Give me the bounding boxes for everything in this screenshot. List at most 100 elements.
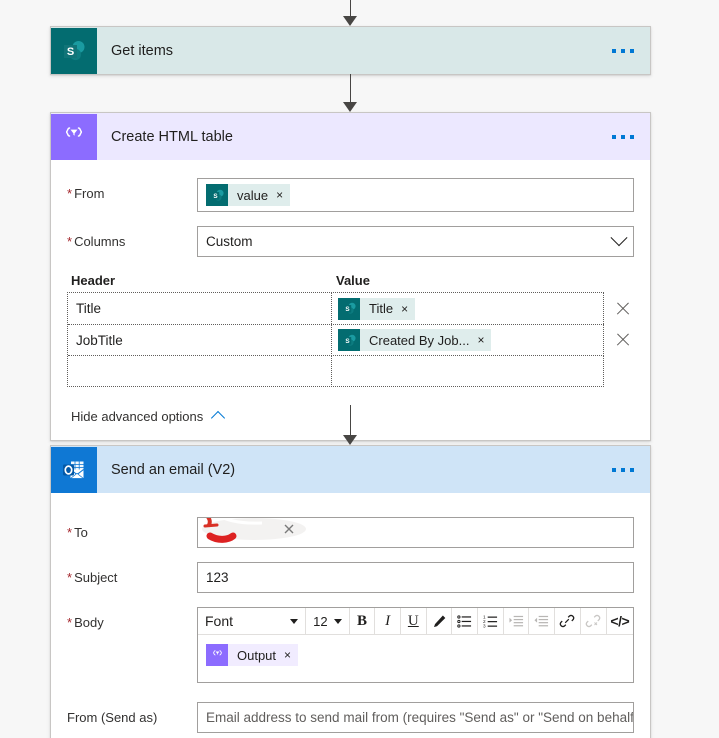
- sharepoint-icon: S: [338, 329, 360, 351]
- menu-dot: [612, 467, 616, 472]
- from-input[interactable]: S value ×: [197, 178, 634, 212]
- row-header-cell[interactable]: Title: [68, 293, 332, 324]
- required-asterisk: *: [67, 525, 73, 540]
- card-menu-send-an-email[interactable]: [612, 467, 634, 472]
- table-row[interactable]: Title S Title ×: [68, 293, 604, 324]
- field-control-from-send-as: Email address to send mail from (require…: [197, 702, 634, 733]
- field-row-from: * From S value ×: [67, 178, 634, 212]
- menu-dot: [630, 134, 634, 139]
- hide-advanced-options-label: Hide advanced options: [71, 409, 204, 424]
- column-label-value: Value: [336, 273, 370, 288]
- menu-dot: [621, 467, 625, 472]
- card-title-send-an-email: Send an email (V2): [111, 461, 236, 478]
- bulleted-list-icon[interactable]: [452, 608, 477, 634]
- delete-row-icon[interactable]: [614, 331, 632, 349]
- outlook-icon: [51, 446, 97, 493]
- bold-glyph: B: [356, 612, 367, 629]
- connector-stem: [349, 0, 351, 17]
- token-chip-label: value: [237, 187, 269, 203]
- token-remove-icon[interactable]: ×: [477, 334, 484, 346]
- token-chip-output[interactable]: Output ×: [206, 644, 299, 666]
- action-card-create-html-table[interactable]: Create HTML table * From S value × * Col…: [50, 112, 651, 441]
- text-color-icon[interactable]: [427, 608, 452, 634]
- font-family-value: Font: [205, 613, 234, 629]
- from-send-as-placeholder: Email address to send mail from (require…: [206, 710, 634, 725]
- row-value-cell[interactable]: [332, 355, 604, 387]
- card-header-create-html-table[interactable]: Create HTML table: [51, 113, 650, 160]
- token-chip-label: Output: [237, 647, 277, 663]
- token-chip-body: Title ×: [360, 297, 416, 320]
- table-row[interactable]: [68, 355, 604, 387]
- row-header-cell[interactable]: [68, 355, 332, 387]
- bold-icon[interactable]: B: [350, 608, 375, 634]
- menu-dot: [621, 48, 625, 53]
- required-asterisk: *: [67, 570, 73, 585]
- token-remove-icon[interactable]: ×: [284, 649, 291, 661]
- flow-designer-canvas: S Get items Create HTML table * From S v…: [0, 0, 719, 738]
- remove-link-icon[interactable]: [581, 608, 606, 634]
- svg-text:S: S: [345, 306, 349, 313]
- chevron-down-icon: [333, 618, 342, 624]
- field-control-subject: 123: [197, 562, 634, 593]
- card-header-get-items[interactable]: S Get items: [51, 27, 650, 74]
- required-asterisk: *: [67, 234, 73, 249]
- token-chip-value[interactable]: S value ×: [206, 184, 291, 206]
- header-value-labels: Header Value: [67, 273, 634, 288]
- card-title-get-items: Get items: [111, 42, 174, 59]
- field-label-subject: * Subject: [67, 570, 118, 585]
- chevron-up-icon: [211, 410, 226, 426]
- from-send-as-input[interactable]: Email address to send mail from (require…: [197, 702, 634, 733]
- column-label-header: Header: [71, 273, 116, 288]
- connector-arrowhead: [343, 16, 357, 26]
- body-editable-area[interactable]: Output ×: [198, 635, 633, 682]
- font-size-value: 12: [313, 613, 328, 629]
- connector-top: [342, 0, 358, 26]
- card-menu-create-html-table[interactable]: [612, 134, 634, 139]
- card-header-send-an-email[interactable]: Send an email (V2): [51, 446, 650, 493]
- code-view-icon[interactable]: </>: [606, 608, 633, 634]
- italic-glyph: I: [385, 612, 391, 629]
- token-remove-icon[interactable]: ×: [401, 303, 408, 315]
- columns-dropdown[interactable]: Custom: [197, 226, 634, 257]
- connector-stem: [349, 74, 351, 103]
- action-card-send-an-email[interactable]: Send an email (V2) * To * Subject 123 * …: [50, 445, 651, 738]
- token-chip-title[interactable]: S Title ×: [338, 297, 416, 320]
- row-value-cell[interactable]: S Title ×: [332, 293, 604, 324]
- row-header-text: Title: [76, 301, 102, 316]
- underline-glyph: U: [407, 612, 419, 629]
- action-card-get-items[interactable]: S Get items: [50, 26, 651, 75]
- card-menu-get-items[interactable]: [612, 48, 634, 53]
- field-row-body: * Body Font 12 B I U 1 2 3 </> Output ×: [67, 607, 634, 683]
- row-value-cell[interactable]: S Created By Job... ×: [332, 324, 604, 356]
- field-label-from: * From: [67, 186, 105, 201]
- sharepoint-icon: S: [206, 184, 228, 206]
- indent-decrease-icon[interactable]: [529, 608, 554, 634]
- row-header-cell[interactable]: JobTitle: [68, 324, 332, 356]
- menu-dot: [621, 134, 625, 139]
- token-chip-created-by-job-title[interactable]: S Created By Job... ×: [338, 329, 492, 351]
- columns-key-value-table: Title S Title × JobTitle S Created By Jo…: [67, 292, 604, 387]
- to-input[interactable]: [197, 517, 634, 548]
- underline-icon[interactable]: U: [401, 608, 426, 634]
- subject-input[interactable]: 123: [197, 562, 634, 593]
- token-remove-icon[interactable]: ×: [276, 189, 283, 201]
- field-row-from-send-as: From (Send as) Email address to send mai…: [67, 702, 634, 733]
- insert-link-icon[interactable]: [555, 608, 580, 634]
- code-glyph: </>: [610, 613, 630, 629]
- indent-increase-icon[interactable]: [504, 608, 529, 634]
- chevron-down-icon: [610, 228, 628, 246]
- italic-icon[interactable]: I: [375, 608, 400, 634]
- field-row-columns: * Columns Custom: [67, 226, 634, 257]
- hide-advanced-options-toggle[interactable]: Hide advanced options: [71, 409, 226, 426]
- field-control-from: S value ×: [197, 178, 634, 212]
- sharepoint-icon: S: [51, 27, 97, 74]
- delete-row-icon[interactable]: [614, 300, 632, 318]
- body-rich-text-editor[interactable]: Font 12 B I U 1 2 3 </> Output ×: [197, 607, 634, 683]
- numbered-list-icon[interactable]: 1 2 3: [478, 608, 503, 634]
- connector-getitems-to-htmltable: [342, 74, 358, 112]
- field-row-to: * To: [67, 517, 634, 548]
- field-label-to: * To: [67, 525, 88, 540]
- table-row[interactable]: JobTitle S Created By Job... ×: [68, 324, 604, 356]
- font-size-dropdown[interactable]: 12: [306, 608, 348, 634]
- font-family-dropdown[interactable]: Font: [198, 608, 305, 634]
